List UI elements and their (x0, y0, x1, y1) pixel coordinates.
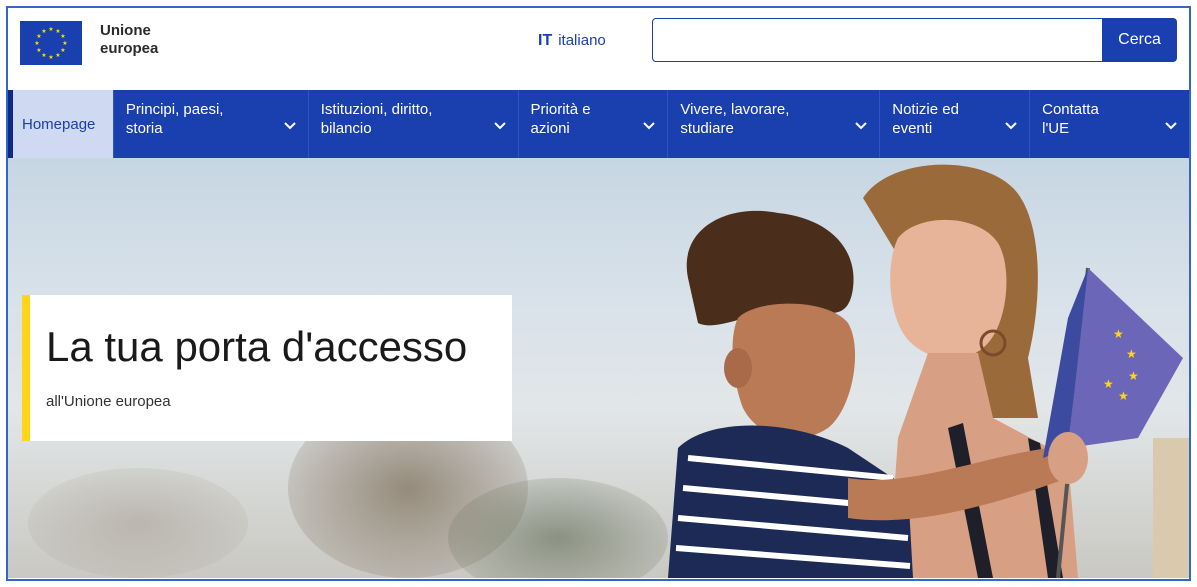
svg-text:★: ★ (55, 52, 60, 59)
svg-text:★: ★ (1103, 377, 1114, 391)
svg-text:★: ★ (36, 47, 41, 54)
svg-text:★: ★ (34, 40, 39, 47)
nav-label-line2: studiare (680, 120, 734, 137)
logo-line-1: Unione (100, 22, 151, 39)
hero-title: La tua porta d'accesso (46, 323, 468, 370)
nav-item-principi[interactable]: Principi, paesi, storia (112, 90, 308, 158)
svg-text:★: ★ (41, 28, 46, 35)
chevron-down-icon (1165, 122, 1177, 130)
svg-text:★: ★ (60, 33, 65, 40)
site-header: ★ ★ ★ ★ ★ ★ ★ ★ ★ ★ ★ ★ Unione europea I… (8, 8, 1189, 90)
nav-label-line2: bilancio (320, 120, 372, 137)
nav-label-line1: Istituzioni, diritto, (320, 101, 433, 118)
nav-label-line1: Priorità e (530, 101, 591, 118)
svg-text:★: ★ (1118, 389, 1129, 403)
language-name: italiano (558, 32, 606, 49)
search-button[interactable]: Cerca (1102, 18, 1177, 62)
chevron-down-icon (284, 122, 296, 130)
nav-label-line1: Contatta (1042, 101, 1099, 118)
eu-flag-logo[interactable]: ★ ★ ★ ★ ★ ★ ★ ★ ★ ★ ★ ★ (20, 21, 82, 65)
nav-item-istituzioni[interactable]: Istituzioni, diritto, bilancio (307, 90, 518, 158)
svg-text:★: ★ (48, 26, 53, 33)
chevron-down-icon (643, 122, 656, 130)
svg-text:★: ★ (60, 47, 65, 54)
nav-item-notizie[interactable]: Notizie ed eventi (879, 90, 1029, 158)
nav-label-line2: l'UE (1042, 120, 1070, 137)
nav-item-priorita[interactable]: Priorità e azioni (517, 90, 668, 158)
nav-item-contatta[interactable]: Contatta l'UE (1029, 90, 1189, 158)
search-input[interactable] (652, 18, 1104, 62)
nav-label-line2: eventi (892, 120, 933, 137)
chevron-down-icon (1005, 122, 1017, 130)
site-logo-text[interactable]: Unione europea (100, 22, 158, 58)
svg-text:★: ★ (1126, 347, 1137, 361)
main-navigation: Homepage Principi, paesi, storia Istituz… (8, 90, 1189, 158)
svg-text:★: ★ (62, 40, 67, 47)
logo-line-2: europea (100, 40, 159, 57)
hero-subtitle: all'Unione europea (46, 393, 171, 410)
nav-label-line1: Vivere, lavorare, (680, 101, 790, 118)
hero-banner: ★ ★ ★ ★ ★ La tua porta d'accesso all'Uni… (8, 158, 1189, 578)
nav-item-homepage[interactable]: Homepage (8, 90, 113, 158)
language-selector[interactable]: IT italiano (538, 32, 606, 50)
hero-photo-mother-child: ★ ★ ★ ★ ★ (668, 164, 1189, 578)
nav-label-line2: azioni (530, 120, 570, 137)
chevron-down-icon (493, 122, 506, 130)
nav-label-line1: Principi, paesi, (125, 101, 224, 118)
hero-card: La tua porta d'accesso all'Unione europe… (22, 295, 512, 441)
chevron-down-icon (855, 122, 867, 130)
svg-text:★: ★ (1113, 327, 1124, 341)
language-code: IT (538, 32, 553, 49)
browser-viewport: ★ ★ ★ ★ ★ ★ ★ ★ ★ ★ ★ ★ Unione europea I… (6, 6, 1191, 581)
eu-stars-icon: ★ ★ ★ ★ ★ ★ ★ ★ ★ ★ ★ ★ (34, 26, 67, 61)
nav-item-vivere[interactable]: Vivere, lavorare, studiare (667, 90, 879, 158)
page-bottom-strip (8, 578, 1189, 579)
svg-text:★: ★ (41, 52, 46, 59)
svg-text:★: ★ (1128, 369, 1139, 383)
nav-label-line1: Notizie ed (892, 101, 959, 118)
background-foliage (28, 468, 248, 578)
nav-label-line2: storia (125, 120, 163, 137)
svg-text:★: ★ (48, 54, 53, 61)
